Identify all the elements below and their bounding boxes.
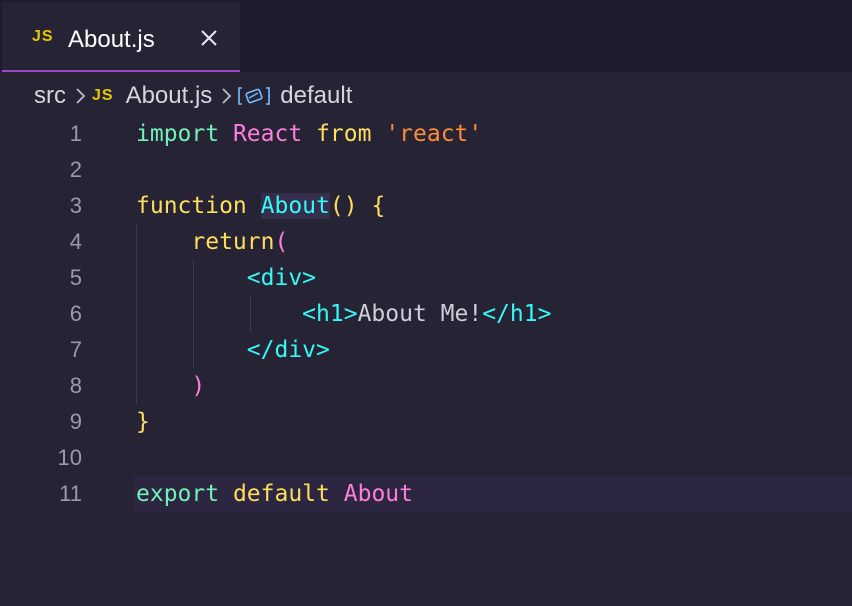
code-editor: JS About.js src JS About.js default 1 im…: [0, 0, 852, 606]
javascript-file-icon: JS: [92, 87, 114, 104]
breadcrumb-file-label: About.js: [125, 82, 213, 109]
code-area[interactable]: 1 import React from 'react' 2 3 function…: [0, 116, 852, 512]
keyword: default: [232, 481, 330, 507]
keyword: import: [136, 121, 220, 147]
breadcrumb-file[interactable]: JS About.js: [92, 82, 212, 110]
parenthesis: (: [274, 229, 289, 255]
breadcrumb-symbol-label: default: [280, 82, 353, 109]
tab-about-js[interactable]: JS About.js: [2, 2, 240, 72]
line-number: 6: [69, 301, 82, 326]
brace: {: [371, 193, 386, 219]
code-line-11: 11 export default About: [0, 476, 852, 512]
identifier: About: [343, 481, 413, 507]
brace: }: [136, 409, 150, 435]
code-line-6: 6 <h1>About Me!</h1>: [0, 296, 852, 332]
code-line-3: 3 function About() {: [0, 188, 852, 224]
chevron-right-icon: [220, 86, 232, 106]
symbol-namespace-icon: [238, 85, 271, 107]
code-line-10: 10: [0, 440, 852, 476]
parentheses: (): [329, 193, 358, 219]
code-line-8: 8 ): [0, 368, 852, 404]
chevron-right-icon: [74, 86, 86, 106]
tab-title: About.js: [68, 26, 155, 53]
breadcrumb-folder-src[interactable]: src: [34, 82, 66, 110]
code-line-9: 9 }: [0, 404, 852, 440]
keyword: export: [136, 481, 220, 507]
keyword: function: [136, 193, 247, 219]
code-line-7: 7 </div>: [0, 332, 852, 368]
jsx-tag: <h1>: [302, 301, 358, 327]
keyword: return: [191, 229, 275, 255]
string-literal: 'react': [385, 121, 483, 147]
keyword: from: [316, 121, 372, 147]
parenthesis: ): [191, 373, 206, 399]
jsx-tag: </div>: [246, 337, 330, 363]
line-number: 3: [69, 193, 82, 218]
code-line-1: 1 import React from 'react': [0, 116, 852, 152]
jsx-tag: <div>: [246, 265, 317, 291]
line-number: 4: [69, 229, 82, 254]
identifier: React: [232, 121, 303, 147]
line-number: 7: [69, 337, 82, 362]
line-number: 10: [57, 445, 82, 470]
jsx-tag: </h1>: [482, 301, 552, 327]
breadcrumb: src JS About.js default: [34, 80, 352, 112]
code-line-4: 4 return(: [0, 224, 852, 260]
line-number: 2: [69, 157, 82, 182]
line-number: 5: [69, 265, 82, 290]
tab-bar: JS About.js: [0, 0, 852, 72]
line-number: 1: [69, 121, 82, 146]
jsx-text: About Me!: [357, 301, 483, 327]
code-line-5: 5 <div>: [0, 260, 852, 296]
javascript-file-icon: JS: [32, 28, 54, 45]
function-name: About: [260, 193, 330, 219]
line-number: 11: [59, 481, 82, 506]
line-number: 8: [69, 373, 82, 398]
close-icon[interactable]: [198, 27, 220, 49]
code-line-2: 2: [0, 152, 852, 188]
line-number: 9: [69, 409, 82, 434]
breadcrumb-symbol[interactable]: default: [238, 82, 352, 110]
